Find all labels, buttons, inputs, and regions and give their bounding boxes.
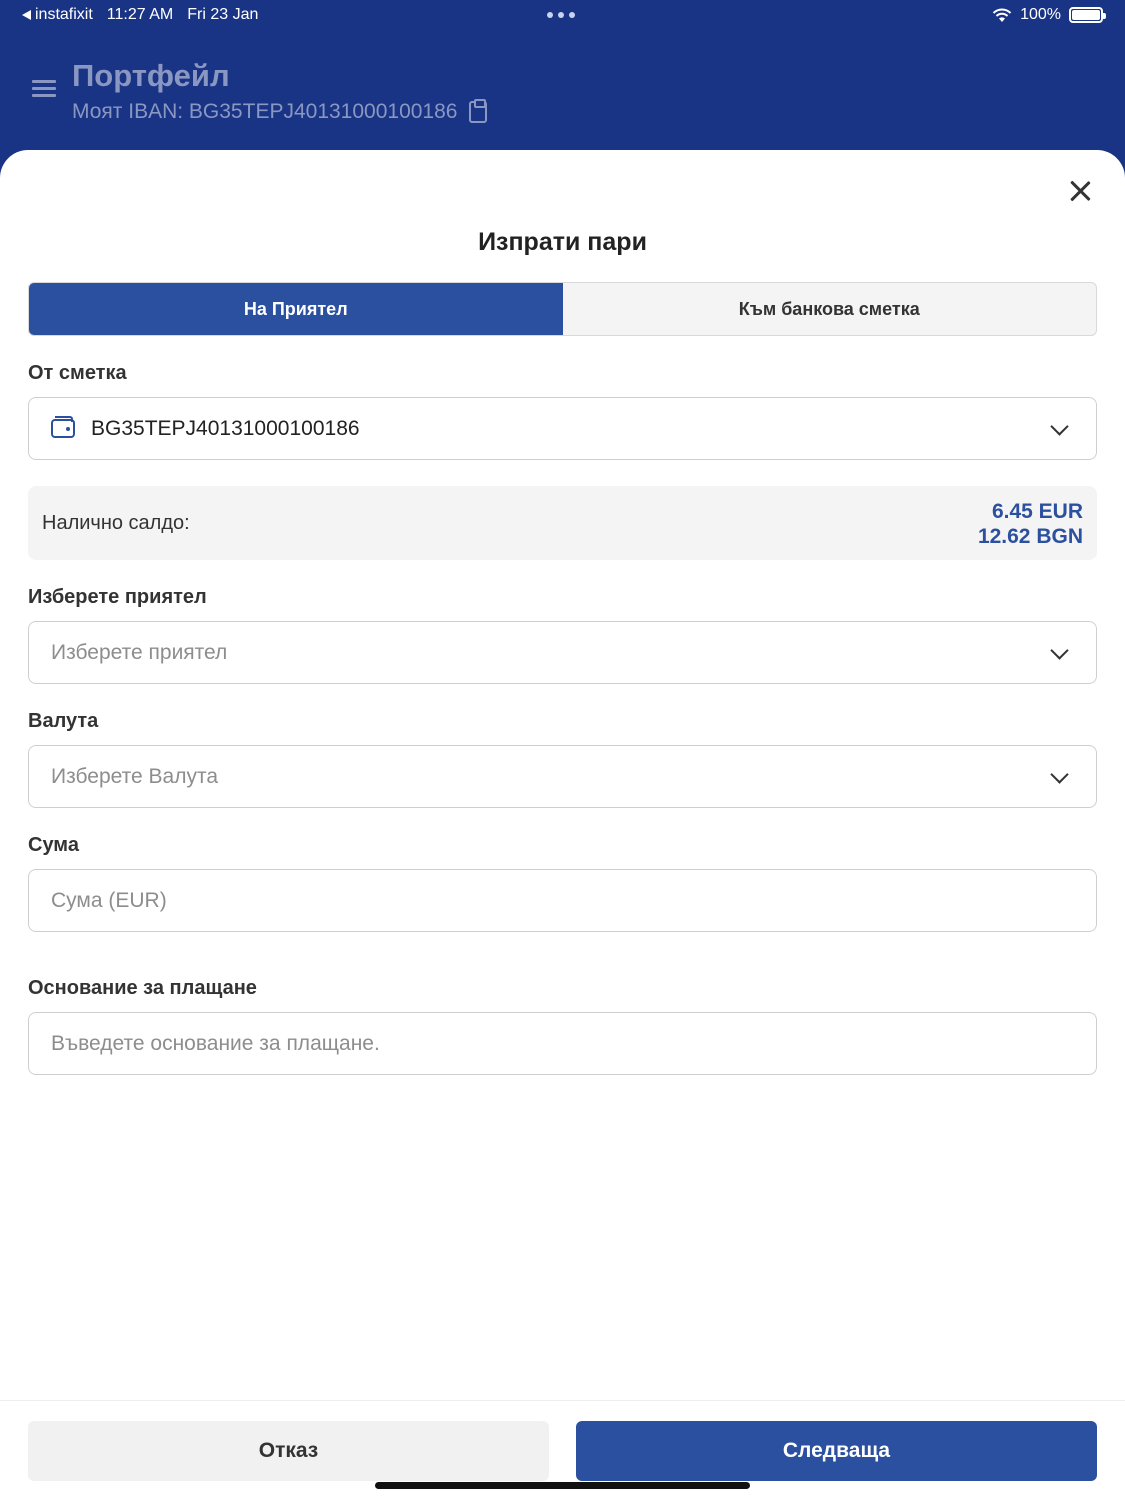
header-iban: Моят IBAN: BG35TEPJ40131000100186 (72, 99, 488, 124)
close-icon[interactable] (1069, 180, 1091, 202)
from-account-select[interactable]: BG35TEPJ40131000100186 (28, 397, 1097, 460)
tab-to-friend[interactable]: На Приятел (29, 283, 563, 335)
currency-placeholder: Изберете Валута (51, 764, 219, 788)
status-date: Fri 23 Jan (187, 6, 259, 23)
balance-values: 6.45 EUR 12.62 BGN (978, 499, 1083, 549)
battery-fill (1072, 10, 1100, 20)
sheet-title: Изпрати пари (478, 228, 647, 256)
from-account-value: BG35TEPJ40131000100186 (91, 416, 360, 440)
cancel-button[interactable]: Отказ (28, 1421, 549, 1481)
home-indicator[interactable] (375, 1482, 750, 1489)
clipboard-icon[interactable] (469, 99, 488, 123)
chevron-down-icon (1050, 417, 1069, 436)
reason-label: Основание за плащане (28, 977, 257, 999)
next-button[interactable]: Следваща (576, 1421, 1097, 1481)
battery-icon (1069, 7, 1106, 23)
status-right: 100% (992, 6, 1106, 24)
menu-icon[interactable] (32, 80, 56, 98)
balance-eur: 6.45 EUR (991, 500, 1083, 523)
currency-label: Валута (28, 710, 99, 732)
balance-bgn: 12.62 BGN (977, 525, 1083, 548)
reason-input[interactable]: Въведете основание за плащане. (28, 1012, 1097, 1075)
friend-placeholder: Изберете приятел (51, 640, 228, 664)
reason-placeholder: Въведете основание за плащане. (51, 1031, 380, 1055)
from-account-label: От сметка (28, 362, 127, 384)
transfer-type-tabs: На Приятел Към банкова сметка (28, 282, 1097, 336)
tab-to-bank-account[interactable]: Към банкова сметка (563, 283, 1097, 335)
back-to-app[interactable]: instafixit (22, 6, 93, 24)
multitasking-dots-icon[interactable] (547, 12, 575, 18)
amount-placeholder: Сума (EUR) (51, 888, 167, 912)
friend-label: Изберете приятел (28, 586, 207, 608)
friend-select[interactable]: Изберете приятел (28, 621, 1097, 684)
page-title: Портфейл (72, 58, 230, 93)
back-arrow-icon (22, 10, 31, 20)
available-balance: Налично салдо: 6.45 EUR 12.62 BGN (28, 486, 1097, 560)
chevron-down-icon (1050, 765, 1069, 784)
chevron-down-icon (1050, 641, 1069, 660)
status-left: instafixit 11:27 AM Fri 23 Jan (22, 6, 258, 24)
balance-label: Налично салдо: (42, 512, 190, 534)
back-app-label: instafixit (35, 6, 93, 23)
status-bar: instafixit 11:27 AM Fri 23 Jan 100% (0, 0, 1125, 32)
send-money-sheet: Изпрати пари На Приятел Към банкова смет… (0, 150, 1125, 1500)
amount-label: Сума (28, 834, 79, 856)
iban-text: Моят IBAN: BG35TEPJ40131000100186 (72, 100, 458, 123)
wifi-icon (992, 8, 1012, 22)
amount-input[interactable]: Сума (EUR) (28, 869, 1097, 932)
battery-percent: 100% (1020, 6, 1061, 23)
wallet-icon (51, 416, 75, 438)
status-time: 11:27 AM (106, 6, 174, 23)
currency-select[interactable]: Изберете Валута (28, 745, 1097, 808)
